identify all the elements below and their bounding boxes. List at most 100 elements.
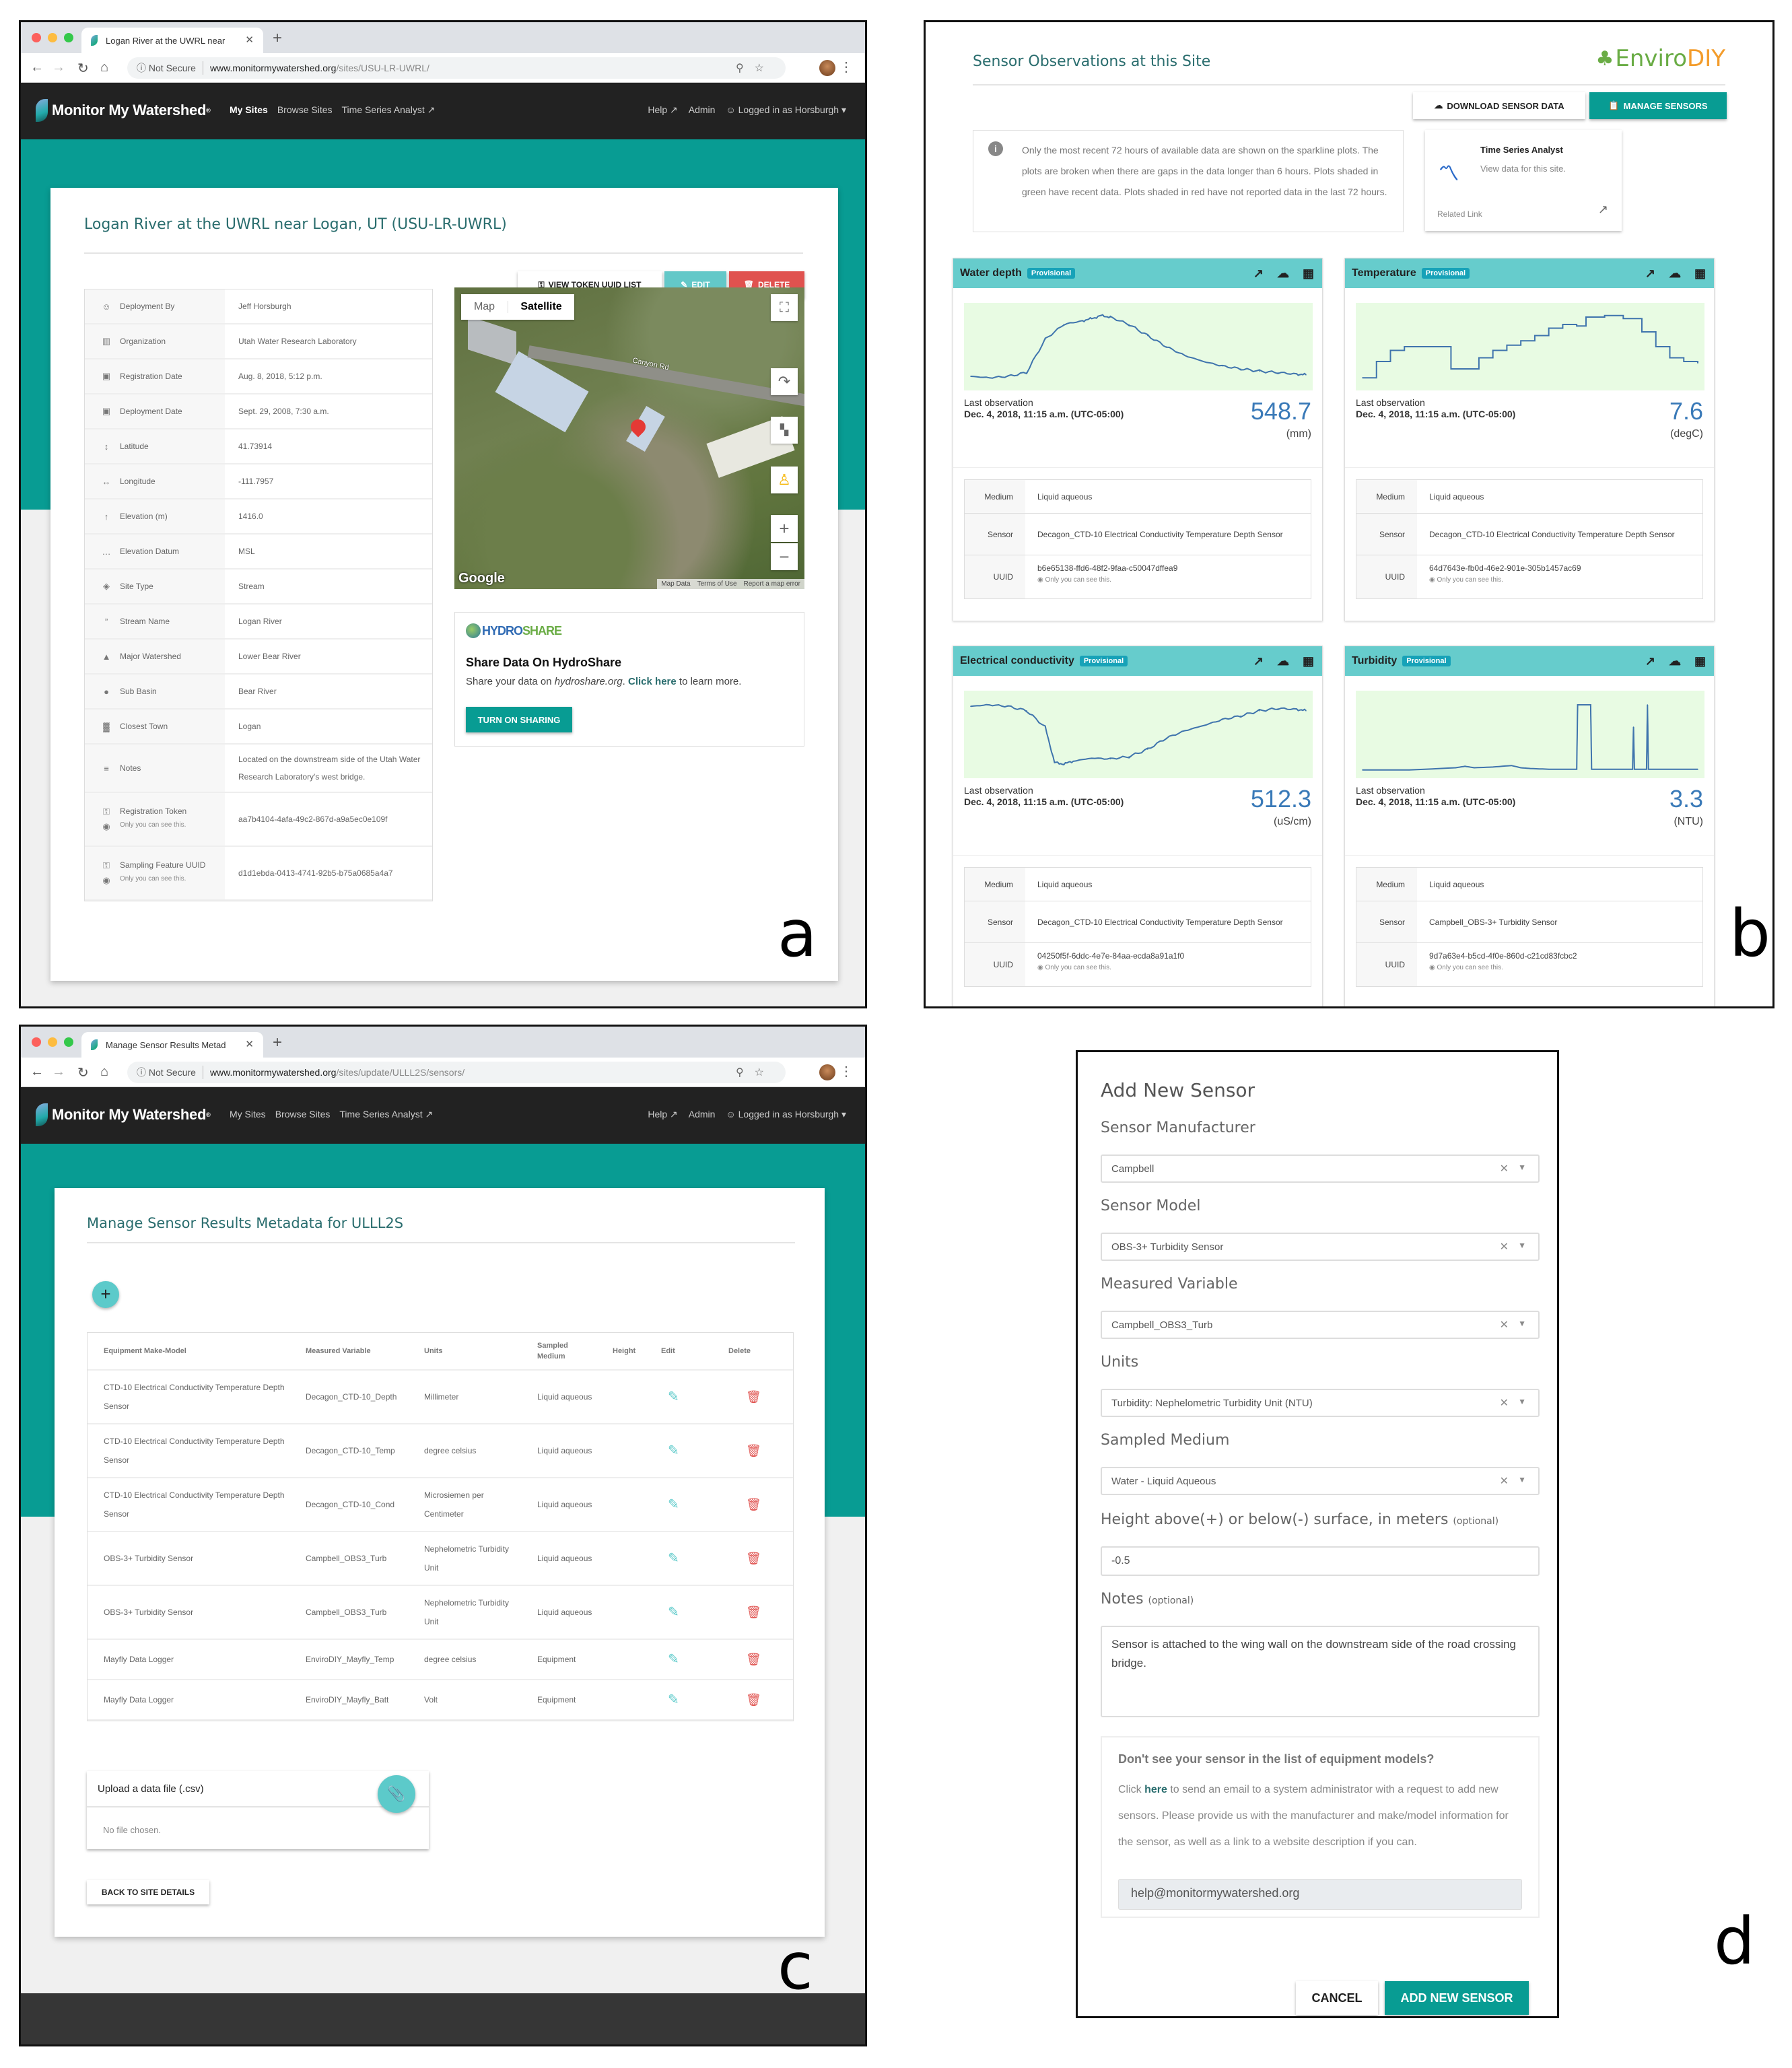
cloud-download-icon[interactable]: ☁ bbox=[1669, 267, 1681, 281]
edit-pencil-icon[interactable]: ✎ bbox=[645, 1549, 712, 1568]
zoom-out-button[interactable]: − bbox=[771, 543, 798, 570]
open-external-icon[interactable]: ↗ bbox=[1645, 654, 1655, 668]
table-view-icon[interactable]: ▦ bbox=[1303, 654, 1314, 668]
delete-trash-icon[interactable]: 🗑 bbox=[712, 1549, 793, 1568]
minimize-window-dot[interactable] bbox=[48, 1037, 57, 1047]
add-sensor-button[interactable]: + bbox=[92, 1281, 119, 1308]
chevron-down-icon[interactable]: ▼ bbox=[1518, 1163, 1526, 1172]
nav-browse-sites[interactable]: Browse Sites bbox=[275, 1109, 331, 1120]
close-tab-icon[interactable]: ✕ bbox=[245, 34, 254, 46]
clear-selection-icon[interactable]: ✕ bbox=[1500, 1474, 1509, 1488]
height-input[interactable]: -0.5 bbox=[1101, 1546, 1540, 1576]
related-link[interactable]: Related Link bbox=[1437, 209, 1482, 219]
chevron-down-icon[interactable]: ▼ bbox=[1518, 1397, 1526, 1406]
home-icon[interactable]: ⌂ bbox=[100, 60, 108, 75]
map-type-map-button[interactable]: Map bbox=[461, 301, 508, 313]
new-tab-button[interactable]: + bbox=[273, 1033, 282, 1052]
home-icon[interactable]: ⌂ bbox=[100, 1064, 108, 1080]
close-window-dot[interactable] bbox=[32, 1037, 41, 1047]
back-to-site-details-button[interactable]: Back to Site Details bbox=[87, 1880, 209, 1904]
edit-pencil-icon[interactable]: ✎ bbox=[645, 1387, 712, 1406]
chevron-down-icon[interactable]: ▼ bbox=[1518, 1319, 1526, 1328]
open-external-icon[interactable]: ↗ bbox=[1253, 654, 1264, 668]
cloud-download-icon[interactable]: ☁ bbox=[1669, 654, 1681, 668]
forward-icon[interactable]: → bbox=[52, 60, 65, 75]
url-input[interactable]: ⓘ Not Secure www.monitormywatershed.org /… bbox=[127, 57, 786, 79]
edit-pencil-icon[interactable]: ✎ bbox=[645, 1603, 712, 1622]
browser-menu-icon[interactable]: ⋮ bbox=[839, 1063, 853, 1080]
table-view-icon[interactable]: ▦ bbox=[1694, 654, 1706, 668]
fullscreen-icon[interactable]: ⛶ bbox=[771, 294, 798, 321]
edit-pencil-icon[interactable]: ✎ bbox=[645, 1690, 712, 1709]
chevron-down-icon[interactable]: ▼ bbox=[1518, 1475, 1526, 1484]
delete-trash-icon[interactable]: 🗑 bbox=[712, 1650, 793, 1669]
cloud-download-icon[interactable]: ☁ bbox=[1277, 654, 1289, 668]
user-menu[interactable]: ☺ Logged in as Horsburgh ▾ bbox=[726, 1109, 846, 1120]
map-data-link[interactable]: Map Data bbox=[661, 580, 690, 588]
nav-my-sites[interactable]: My Sites bbox=[230, 1109, 266, 1120]
cloud-download-icon[interactable]: ☁ bbox=[1277, 267, 1289, 281]
nav-help[interactable]: Help ↗ bbox=[648, 104, 677, 116]
nav-admin[interactable]: Admin bbox=[689, 1109, 716, 1120]
sparkline-plot[interactable] bbox=[1356, 303, 1704, 390]
url-input[interactable]: ⓘ Not Secure www.monitormywatershed.org /… bbox=[127, 1062, 786, 1083]
zoom-icon[interactable]: ⚲ bbox=[736, 63, 755, 74]
email-request-link[interactable]: here bbox=[1144, 1784, 1167, 1795]
support-email-field[interactable]: help@monitormywatershed.org bbox=[1118, 1879, 1522, 1910]
bookmark-star-icon[interactable]: ☆ bbox=[755, 63, 775, 74]
browser-menu-icon[interactable]: ⋮ bbox=[839, 59, 853, 75]
attach-file-button[interactable]: 📎 bbox=[378, 1775, 415, 1813]
select-field[interactable]: Water - Liquid Aqueous ✕ ▼ bbox=[1101, 1467, 1540, 1495]
brand-logo[interactable]: Monitor My Watershed ® bbox=[36, 99, 211, 122]
bookmark-star-icon[interactable]: ☆ bbox=[755, 1067, 775, 1078]
open-external-icon[interactable]: ↗ bbox=[1253, 267, 1264, 281]
sparkline-plot[interactable] bbox=[964, 303, 1313, 390]
zoom-icon[interactable]: ⚲ bbox=[736, 1067, 755, 1078]
close-tab-icon[interactable]: ✕ bbox=[245, 1038, 254, 1050]
report-map-error-link[interactable]: Report a map error bbox=[744, 580, 800, 588]
nav-browse-sites[interactable]: Browse Sites bbox=[277, 104, 333, 116]
learn-more-link[interactable]: Click here bbox=[628, 676, 677, 687]
delete-trash-icon[interactable]: 🗑 bbox=[712, 1387, 793, 1406]
clear-selection-icon[interactable]: ✕ bbox=[1500, 1162, 1509, 1175]
maximize-window-dot[interactable] bbox=[64, 33, 73, 42]
back-icon[interactable]: ← bbox=[30, 60, 44, 75]
nav-time-series-analyst[interactable]: Time Series Analyst ↗ bbox=[342, 104, 436, 116]
nav-help[interactable]: Help ↗ bbox=[648, 1109, 677, 1120]
notes-textarea[interactable]: Sensor is attached to the wing wall on t… bbox=[1101, 1626, 1540, 1717]
brand-logo[interactable]: Monitor My Watershed ® bbox=[36, 1103, 211, 1126]
delete-trash-icon[interactable]: 🗑 bbox=[712, 1690, 793, 1709]
minimize-window-dot[interactable] bbox=[48, 33, 57, 42]
security-indicator[interactable]: ⓘ Not Secure bbox=[137, 1066, 203, 1079]
turn-on-sharing-button[interactable]: Turn On Sharing bbox=[466, 707, 572, 732]
cancel-button[interactable]: Cancel bbox=[1296, 1981, 1378, 2015]
reload-icon[interactable]: ↻ bbox=[77, 1064, 89, 1081]
browser-tab[interactable]: Manage Sensor Results Metad ✕ bbox=[81, 1032, 263, 1058]
map-type-satellite-button[interactable]: Satellite bbox=[508, 301, 574, 313]
site-map[interactable]: Canyon Rd Map Satellite ⛶ ↷ ▚ ♙ + − Goog… bbox=[454, 287, 804, 589]
nav-time-series-analyst[interactable]: Time Series Analyst ↗ bbox=[339, 1109, 433, 1120]
select-field[interactable]: OBS-3+ Turbidity Sensor ✕ ▼ bbox=[1101, 1233, 1540, 1261]
chevron-down-icon[interactable]: ▼ bbox=[1518, 1241, 1526, 1250]
profile-avatar[interactable] bbox=[819, 60, 835, 76]
street-view-pegman-icon[interactable]: ♙ bbox=[771, 467, 798, 493]
tilt-map-icon[interactable]: ▚ bbox=[771, 417, 798, 444]
select-field[interactable]: Turbidity: Nephelometric Turbidity Unit … bbox=[1101, 1389, 1540, 1417]
forward-icon[interactable]: → bbox=[52, 1064, 65, 1080]
sparkline-plot[interactable] bbox=[1356, 691, 1704, 778]
profile-avatar[interactable] bbox=[819, 1064, 835, 1080]
table-view-icon[interactable]: ▦ bbox=[1694, 267, 1706, 281]
select-field[interactable]: Campbell_OBS3_Turb ✕ ▼ bbox=[1101, 1311, 1540, 1339]
manage-sensors-button[interactable]: 📋 Manage Sensors bbox=[1589, 92, 1727, 119]
rotate-map-icon[interactable]: ↷ bbox=[771, 368, 798, 395]
edit-pencil-icon[interactable]: ✎ bbox=[645, 1495, 712, 1514]
add-new-sensor-button[interactable]: Add New Sensor bbox=[1385, 1981, 1529, 2015]
delete-trash-icon[interactable]: 🗑 bbox=[712, 1603, 793, 1622]
time-series-analyst-card[interactable]: 〽 Time Series Analyst View data for this… bbox=[1425, 130, 1622, 231]
open-external-icon[interactable]: ↗ bbox=[1645, 267, 1655, 281]
terms-of-use-link[interactable]: Terms of Use bbox=[697, 580, 737, 588]
sparkline-plot[interactable] bbox=[964, 691, 1313, 778]
clear-selection-icon[interactable]: ✕ bbox=[1500, 1318, 1509, 1332]
back-icon[interactable]: ← bbox=[30, 1064, 44, 1080]
edit-pencil-icon[interactable]: ✎ bbox=[645, 1441, 712, 1460]
